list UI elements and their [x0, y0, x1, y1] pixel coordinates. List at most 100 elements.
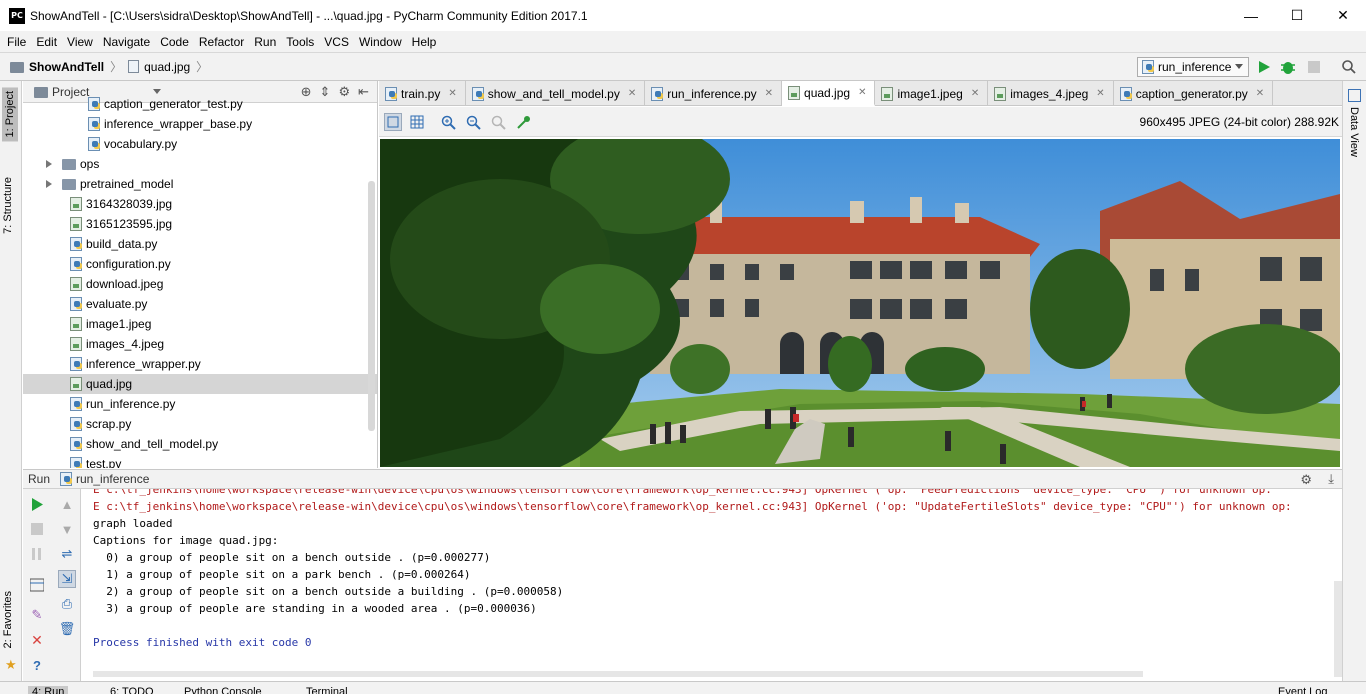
bottom-tab-terminal[interactable]: Terminal: [306, 686, 348, 694]
menu-navigate[interactable]: Navigate: [98, 35, 155, 49]
chevron-right-icon[interactable]: [46, 160, 52, 168]
menu-file[interactable]: File: [2, 35, 31, 49]
run-button[interactable]: [1256, 59, 1272, 75]
close-tab-icon[interactable]: ✕: [448, 88, 456, 99]
tree-item[interactable]: test.py: [23, 454, 377, 468]
menu-help[interactable]: Help: [407, 35, 442, 49]
stop-button[interactable]: [1306, 59, 1322, 75]
editor-tab[interactable]: caption_generator.py ✕: [1114, 81, 1274, 106]
tree-item-label: 3164328039.jpg: [86, 197, 173, 211]
color-picker-button[interactable]: [514, 113, 532, 131]
tab-favorites[interactable]: 2: Favorites: [2, 591, 14, 648]
close-tab-icon[interactable]: ✕: [628, 88, 636, 99]
editor-tab[interactable]: images_4.jpeg ✕: [988, 81, 1114, 106]
stop-icon: [1308, 61, 1320, 73]
tree-item[interactable]: caption_generator_test.py: [23, 94, 377, 114]
clear-all-button[interactable]: 🗑: [58, 620, 76, 638]
python-file-icon: [70, 417, 82, 431]
close-run-button[interactable]: ✕: [28, 631, 46, 649]
close-tab-icon[interactable]: ✕: [1096, 88, 1104, 99]
scroll-down-button[interactable]: ▼: [58, 520, 76, 538]
scroll-up-button[interactable]: ▲: [58, 495, 76, 513]
dump-threads-button[interactable]: [28, 576, 46, 594]
tree-item[interactable]: build_data.py: [23, 234, 377, 254]
tree-item[interactable]: evaluate.py: [23, 294, 377, 314]
menu-window[interactable]: Window: [354, 35, 407, 49]
bottom-tab-event-log[interactable]: Event Log: [1278, 686, 1328, 694]
menu-refactor[interactable]: Refactor: [194, 35, 249, 49]
rerun-button[interactable]: [28, 495, 46, 513]
run-tab[interactable]: run_inference: [60, 472, 149, 486]
tab-structure[interactable]: 7: Structure: [2, 177, 14, 234]
menu-run[interactable]: Run: [249, 35, 281, 49]
tree-item[interactable]: configuration.py: [23, 254, 377, 274]
image-file-icon: [128, 60, 140, 73]
debug-button[interactable]: [1280, 59, 1296, 75]
close-tab-icon[interactable]: ✕: [858, 87, 866, 98]
tab-project[interactable]: 1: Project: [2, 87, 18, 142]
print-button[interactable]: ⎙: [58, 595, 76, 613]
tree-item[interactable]: show_and_tell_model.py: [23, 434, 377, 454]
run-configuration-select[interactable]: run_inference: [1137, 57, 1249, 77]
editor-tab[interactable]: quad.jpg ✕: [782, 81, 876, 106]
actual-size-button[interactable]: [384, 113, 402, 131]
image-file-icon: [788, 85, 801, 100]
tree-item[interactable]: image1.jpeg: [23, 314, 377, 334]
soft-wrap-button[interactable]: ⇌: [58, 545, 76, 563]
stop-run-button[interactable]: [28, 520, 46, 538]
tree-item[interactable]: run_inference.py: [23, 394, 377, 414]
run-tab-label: run_inference: [76, 472, 150, 486]
editor-tab[interactable]: run_inference.py ✕: [645, 81, 783, 106]
tree-item[interactable]: inference_wrapper.py: [23, 354, 377, 374]
menu-edit[interactable]: Edit: [31, 35, 62, 49]
close-tab-icon[interactable]: ✕: [765, 88, 773, 99]
project-scrollbar[interactable]: [368, 181, 375, 431]
menu-view[interactable]: View: [62, 35, 98, 49]
editor-tab[interactable]: image1.jpeg ✕: [875, 81, 989, 106]
bottom-tab-todo[interactable]: 6: TODO: [110, 686, 154, 694]
tree-item[interactable]: images_4.jpeg: [23, 334, 377, 354]
pin-tab-button[interactable]: ✎: [28, 606, 46, 624]
breadcrumb-file[interactable]: quad.jpg: [144, 60, 190, 74]
tree-item[interactable]: download.jpeg: [23, 274, 377, 294]
grid-button[interactable]: [408, 113, 426, 131]
editor-tab[interactable]: train.py ✕: [379, 81, 466, 106]
menu-vcs[interactable]: VCS: [319, 35, 354, 49]
close-tab-icon[interactable]: ✕: [1256, 88, 1264, 99]
console-scrollbar[interactable]: [1334, 581, 1342, 677]
maximize-button[interactable]: ☐: [1274, 0, 1320, 31]
search-everywhere-button[interactable]: [1341, 59, 1357, 75]
menu-code[interactable]: Code: [155, 35, 194, 49]
python-file-icon: [385, 86, 397, 101]
close-button[interactable]: ✕: [1320, 0, 1366, 31]
menu-tools[interactable]: Tools: [281, 35, 319, 49]
bottom-tab-run[interactable]: 4: Run: [28, 686, 69, 694]
gear-icon[interactable]: ⚙: [1300, 472, 1312, 488]
tree-item[interactable]: inference_wrapper_base.py: [23, 114, 377, 134]
image-file-icon: [70, 337, 82, 351]
minimize-button[interactable]: —: [1228, 0, 1274, 31]
close-tab-icon[interactable]: ✕: [971, 88, 979, 99]
tab-data-view[interactable]: Data View: [1348, 107, 1360, 157]
run-console[interactable]: E c:\tf_jenkins\home\workspace\release-w…: [82, 489, 1342, 681]
help-button[interactable]: ?: [28, 656, 46, 674]
tree-item[interactable]: 3164328039.jpg: [23, 194, 377, 214]
tree-item[interactable]: pretrained_model: [23, 174, 377, 194]
tree-item[interactable]: ops: [23, 154, 377, 174]
tree-item[interactable]: scrap.py: [23, 414, 377, 434]
pause-button[interactable]: [28, 545, 46, 563]
tree-item[interactable]: 3165123595.jpg: [23, 214, 377, 234]
breadcrumb-project[interactable]: ShowAndTell: [29, 60, 104, 74]
chevron-right-icon[interactable]: [46, 180, 52, 188]
zoom-out-button[interactable]: [464, 113, 482, 131]
tree-item[interactable]: quad.jpg: [23, 374, 377, 394]
hide-panel-icon[interactable]: ⤓: [1328, 471, 1334, 487]
title-bar: PC ShowAndTell - [C:\Users\sidra\Desktop…: [0, 0, 1366, 31]
tree-item[interactable]: vocabulary.py: [23, 134, 377, 154]
console-horizontal-scrollbar[interactable]: [93, 671, 1143, 677]
editor-tab[interactable]: show_and_tell_model.py ✕: [466, 81, 646, 106]
zoom-actual-button[interactable]: [489, 113, 507, 131]
bottom-tab-python-console[interactable]: Python Console: [184, 686, 262, 694]
scroll-to-end-button[interactable]: ⇲: [58, 570, 76, 588]
zoom-in-button[interactable]: [439, 113, 457, 131]
